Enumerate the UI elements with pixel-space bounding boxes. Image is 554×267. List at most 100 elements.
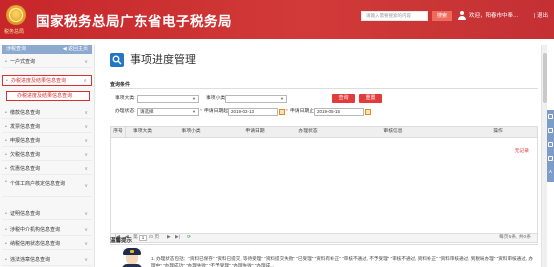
- last-page-icon[interactable]: ▶|: [175, 234, 180, 242]
- next-page-icon[interactable]: ▶: [167, 234, 171, 242]
- date-end-input[interactable]: 2019-05-15: [314, 108, 364, 116]
- status-select[interactable]: 请选择 ▼: [137, 108, 199, 116]
- sidebar-item-preferential-query[interactable]: • 优惠信息查询 ∨: [2, 164, 92, 175]
- status-label: 办理状态:: [115, 109, 136, 114]
- column-header: 序号: [113, 129, 123, 134]
- sidebar-item-credit-query[interactable]: • 纳税信用状态信息查询 ∨: [2, 239, 92, 250]
- refresh-icon[interactable]: ⟳: [187, 234, 191, 242]
- chevron-down-icon: ∨: [84, 241, 88, 247]
- user-icon: [458, 11, 466, 20]
- chevron-down-icon: ∨: [84, 124, 88, 130]
- tips-title: 温馨提示: [110, 238, 133, 244]
- sidebar-header-label: 涉税查询: [6, 46, 27, 52]
- page-title: 事项进度管理: [130, 53, 196, 66]
- sidebar-item-arrears-query[interactable]: • 欠税信息查询 ∨: [2, 150, 92, 161]
- column-header: 办理状态: [298, 129, 318, 134]
- phone-icon[interactable]: [548, 142, 553, 147]
- chevron-down-icon: ∨: [84, 257, 88, 263]
- scroll-thumb[interactable]: [543, 53, 547, 103]
- floating-toolbar: ∧: [547, 110, 554, 182]
- column-header: 事项大类: [132, 129, 153, 134]
- sidebar-item-label: 欠税信息查询: [10, 152, 41, 158]
- sidebar-item-payment-query[interactable]: • 缴款信息查询 ∨: [2, 108, 92, 119]
- divider: [110, 244, 538, 245]
- column-header: 事项小类: [181, 129, 201, 134]
- caret-down-icon: ▼: [192, 109, 196, 114]
- caret-down-icon: ▼: [280, 96, 284, 101]
- item-category-select[interactable]: ▼: [137, 95, 199, 103]
- sidebar-item-label: 缴款信息查询: [10, 110, 41, 116]
- sidebar-item-label: 发票信息查询: [10, 124, 41, 130]
- user-greeting[interactable]: 欢迎，阳春市中奉…: [469, 11, 519, 21]
- tax-officer-icon: [121, 248, 143, 267]
- sidebar-item-label: 个体工商户核定信息查询: [10, 181, 66, 187]
- sidebar-item-individual-business-query[interactable]: • 个体工商户核定信息查询 ∨: [2, 179, 92, 197]
- sidebar-item-label: 纳税信用状态信息查询: [10, 241, 61, 247]
- message-icon[interactable]: [548, 128, 553, 133]
- sidebar-item-label: 办税进度及结果信息查询: [11, 78, 67, 84]
- main-content: 事项进度管理 查询条件 事项大类: ▼ 事项小类: ▼ 查询 重置 办理状态: …: [103, 45, 541, 267]
- date-end-label: 申请日期止:: [290, 109, 316, 114]
- pager: |◀ ◀ 第 1 /0 页 ▶ ▶| ⟳ 每页5条, 共0条: [110, 233, 538, 243]
- required-mark: *: [286, 109, 288, 114]
- qr-code-icon[interactable]: [548, 156, 553, 161]
- table-header: 序号 事项大类 事项小类 申请日期 办理状态 审核信息 操作: [110, 126, 538, 138]
- back-to-top-icon[interactable]: ∧: [548, 170, 553, 175]
- sidebar-item-label: 优惠信息查询: [10, 166, 41, 172]
- calendar-icon[interactable]: [365, 109, 371, 115]
- chevron-up-icon: ∧: [83, 78, 87, 84]
- item-category-label: 事项大类:: [115, 96, 136, 101]
- tips-text: 1. 办理状态包括："资料已保存" "资料已提交, 等待受理" "资料提交失败"…: [151, 256, 533, 267]
- query-section-label: 查询条件: [110, 82, 131, 88]
- column-header: 审核信息: [383, 129, 403, 134]
- chevron-down-icon: ∨: [84, 138, 88, 144]
- caret-down-icon: ▼: [192, 96, 196, 101]
- page-number-input[interactable]: 1: [139, 235, 147, 241]
- item-subcategory-select[interactable]: ▼: [225, 95, 287, 103]
- sidebar-item-label: 证明信息查询: [10, 211, 41, 217]
- sidebar-item-agency-query[interactable]: • 涉税中介机构信息查询 ∨: [2, 225, 92, 236]
- service-icon[interactable]: [548, 114, 553, 119]
- sidebar-item-label: 涉税中介机构信息查询: [10, 227, 61, 233]
- query-button[interactable]: 查询: [332, 94, 355, 103]
- chevron-down-icon: ∨: [84, 183, 88, 189]
- sidebar-item-label: 一户式查询: [10, 59, 36, 65]
- sidebar-item-declaration-query[interactable]: • 申报信息查询 ∨: [2, 136, 92, 147]
- chevron-down-icon: ∨: [84, 211, 88, 217]
- pager-summary: 每页5条, 共0条: [499, 235, 531, 240]
- tax-emblem-icon: [6, 5, 26, 25]
- date-start-input[interactable]: 2019-02-13: [228, 108, 278, 116]
- sidebar-item-one-stop-query[interactable]: • 一户式查询 ∨: [2, 57, 92, 68]
- logout-link[interactable]: | 退出: [534, 11, 548, 21]
- emblem-text: 税务总局: [4, 29, 25, 35]
- search-icon: [110, 53, 124, 67]
- page-label: 第: [133, 235, 138, 240]
- sidebar-header: 涉税查询 ◀ 返回主页: [2, 45, 92, 54]
- site-title: 国家税务总局广东省电子税务局: [36, 14, 232, 30]
- calendar-icon[interactable]: [279, 109, 285, 115]
- no-record-text: 无记录: [514, 149, 529, 154]
- chevron-down-icon: ∨: [84, 166, 88, 172]
- reset-button[interactable]: 重置: [359, 94, 382, 103]
- item-subcategory-label: 事项小类:: [206, 96, 227, 101]
- back-home-link[interactable]: ◀ 返回主页: [63, 45, 88, 54]
- column-header: 操作: [493, 129, 503, 134]
- sidebar-subitem-progress-query[interactable]: 办税进度及结果信息查询: [6, 91, 90, 101]
- required-mark: *: [200, 109, 202, 114]
- sidebar: 涉税查询 ◀ 返回主页 • 一户式查询 ∨ • 办税进度及结果信息查询 ∧ 办税进度及结…: [0, 45, 95, 267]
- sidebar-item-certificate-query[interactable]: • 证明信息查询 ∨: [2, 209, 92, 220]
- column-header: 申请日期: [245, 129, 265, 134]
- search-input[interactable]: 请输入需要搜索的内容: [361, 11, 428, 21]
- chevron-down-icon: ∨: [84, 152, 88, 158]
- sidebar-item-progress-query[interactable]: • 办税进度及结果信息查询 ∧: [2, 75, 92, 86]
- chevron-down-icon: ∨: [84, 59, 88, 65]
- sidebar-item-label: 申报信息查询: [10, 138, 41, 144]
- table-body: 无记录: [110, 138, 538, 233]
- date-start-label: 申请日期起:: [204, 109, 230, 114]
- divider: [110, 88, 538, 89]
- search-button[interactable]: 搜索: [432, 11, 452, 21]
- site-header: 税务总局 国家税务总局广东省电子税务局 请输入需要搜索的内容 搜索 欢迎，阳春市…: [0, 0, 554, 39]
- sidebar-item-invoice-query[interactable]: • 发票信息查询 ∨: [2, 122, 92, 133]
- chevron-down-icon: ∨: [84, 110, 88, 116]
- sidebar-item-violation-query[interactable]: • 违法违章信息查询 ∨: [2, 255, 92, 266]
